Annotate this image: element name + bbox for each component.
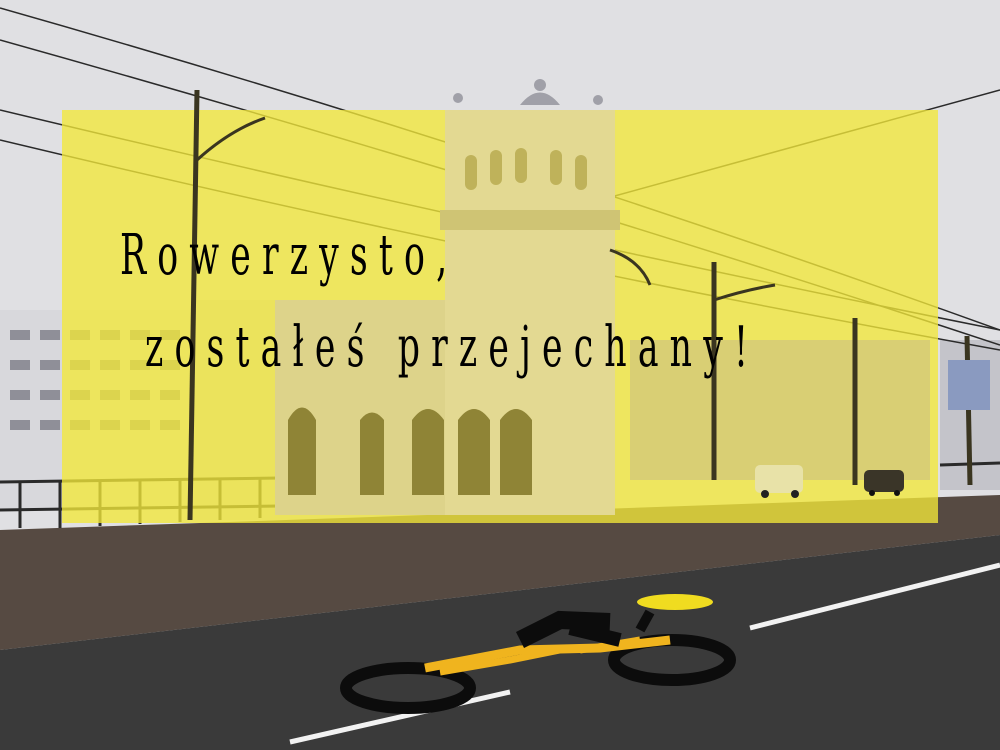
headline-line-1: Rowerzysto,: [120, 223, 459, 288]
street-banner: [948, 360, 990, 410]
headline-line-2: zostałeś przejechany!: [145, 315, 760, 380]
